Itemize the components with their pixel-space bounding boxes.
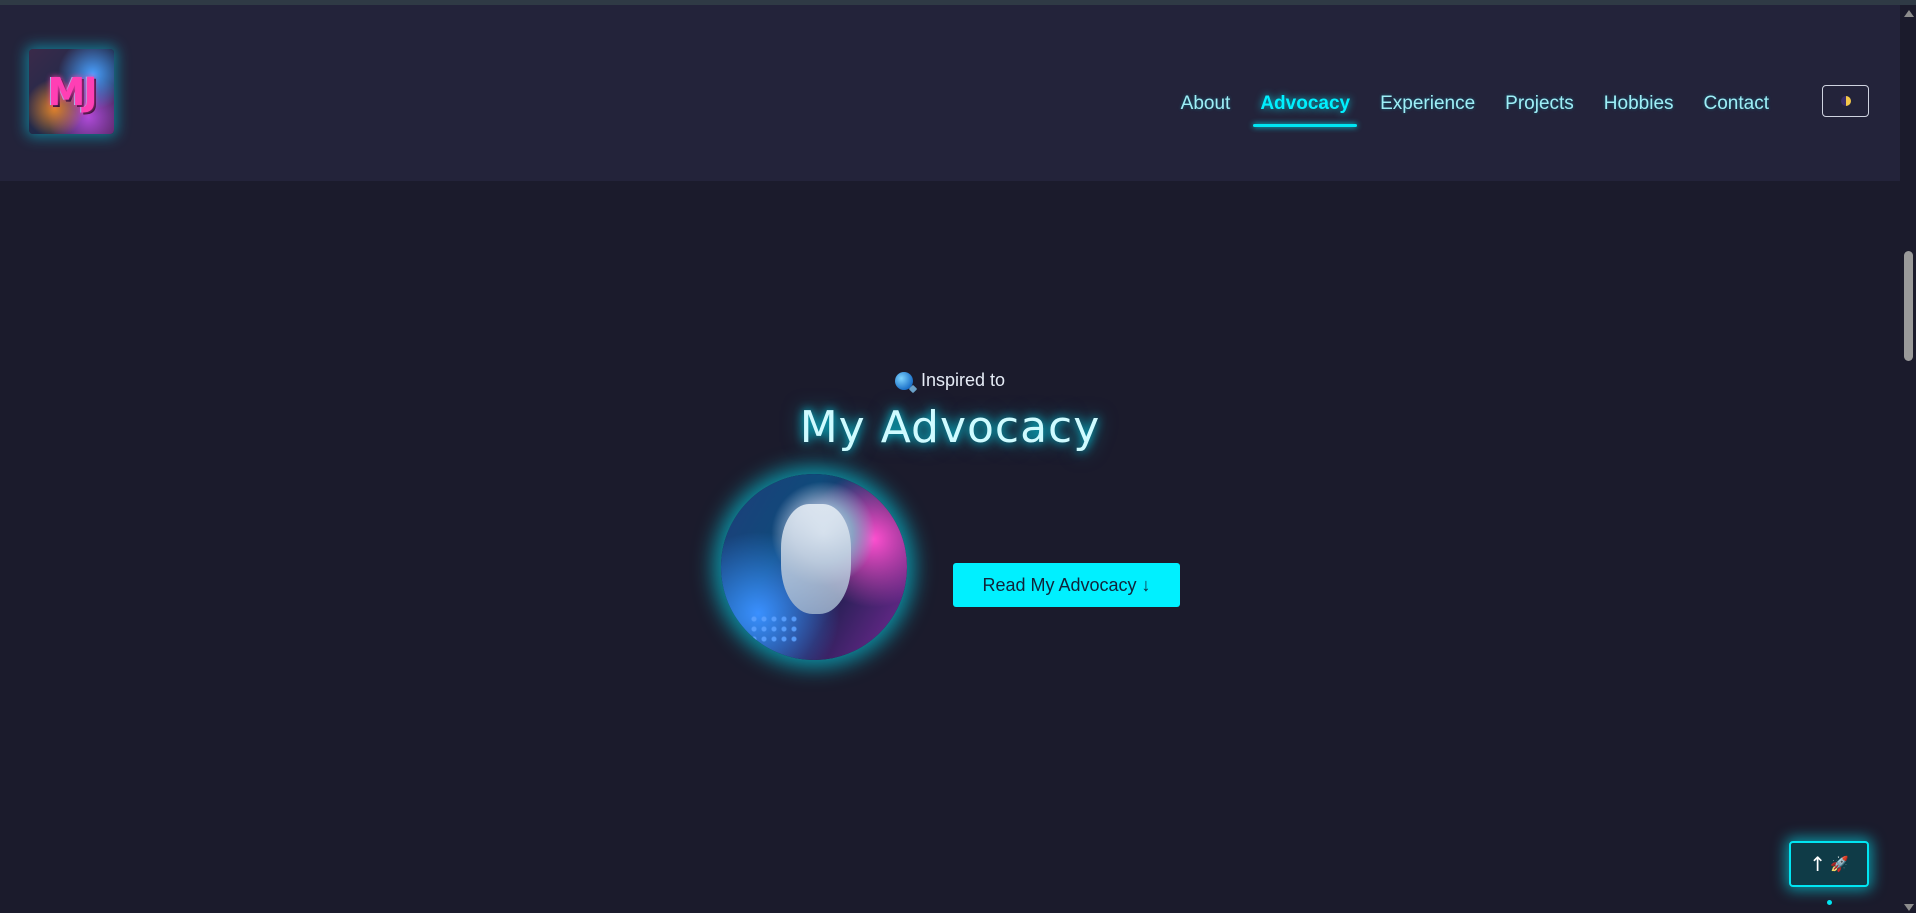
page-scrollbar[interactable] [1900, 5, 1916, 913]
scroll-down-arrow-icon[interactable] [1904, 904, 1914, 911]
robot-face-image [781, 504, 851, 614]
site-header: MJ About Advocacy Experience Projects Ho… [0, 5, 1900, 181]
hexagon-pattern [749, 614, 799, 644]
half-moon-icon [1840, 96, 1851, 106]
theme-toggle-button[interactable] [1822, 85, 1869, 117]
hero-subtitle-text: Inspired to [920, 370, 1006, 390]
nav-link-about[interactable]: About [1174, 87, 1238, 121]
robot-portrait-avatar [721, 474, 907, 660]
hero-subtitle: Inspired to [894, 370, 1006, 391]
indicator-dot [1827, 900, 1832, 905]
nav-link-projects[interactable]: Projects [1498, 87, 1581, 121]
main-nav: About Advocacy Experience Projects Hobbi… [1158, 87, 1776, 127]
up-arrow-icon: ↑ [1809, 852, 1827, 876]
scroll-thumb[interactable] [1904, 251, 1913, 361]
read-advocacy-button[interactable]: Read My Advocacy ↓ [953, 563, 1180, 607]
site-logo[interactable]: MJ [29, 49, 114, 134]
advocacy-hero: Inspired to My Advocacy [0, 370, 1900, 453]
nav-link-contact[interactable]: Contact [1697, 87, 1776, 121]
nav-link-hobbies[interactable]: Hobbies [1597, 87, 1681, 121]
nav-link-experience[interactable]: Experience [1373, 87, 1482, 121]
logo-text: MJ [47, 69, 98, 114]
pin-icon [894, 371, 913, 390]
rocket-icon: 🚀 [1830, 855, 1849, 873]
scroll-up-arrow-icon[interactable] [1904, 10, 1914, 17]
nav-link-advocacy[interactable]: Advocacy [1253, 87, 1357, 127]
back-to-top-button[interactable]: ↑ 🚀 [1789, 841, 1869, 887]
page-title: My Advocacy [799, 401, 1101, 453]
